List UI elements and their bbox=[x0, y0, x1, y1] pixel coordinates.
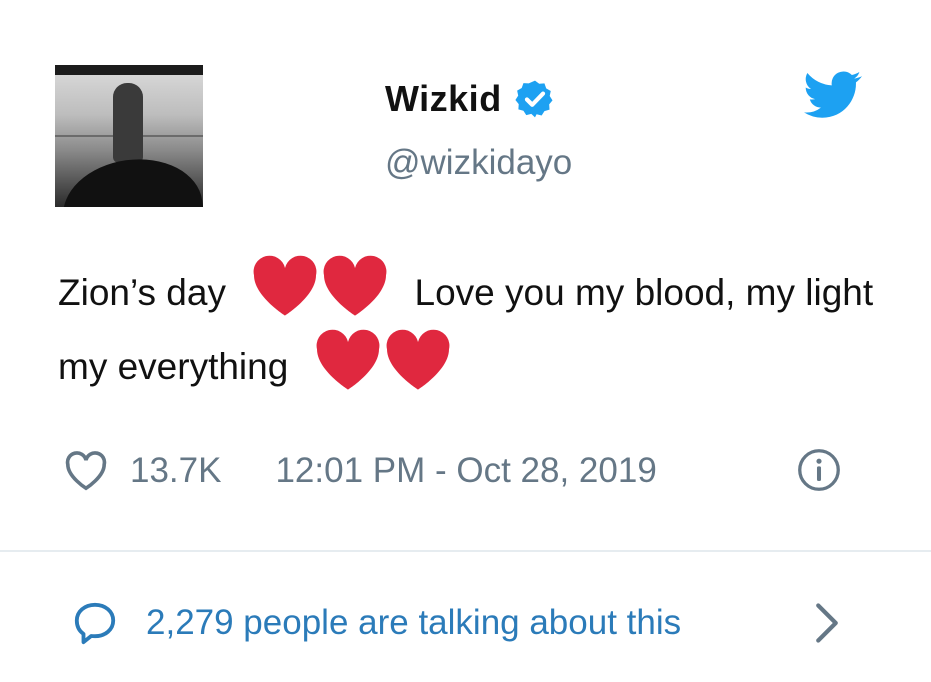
talking-about-text[interactable]: 2,279 people are talking about this bbox=[146, 603, 681, 643]
red-heart-emoji-icon bbox=[323, 255, 387, 316]
author-name-row[interactable]: Wizkid bbox=[385, 78, 556, 120]
talking-about-link[interactable]: 2,279 people are talking about this bbox=[72, 596, 852, 650]
red-heart-emoji-icon bbox=[253, 255, 317, 316]
avatar[interactable] bbox=[55, 65, 203, 207]
red-heart-emoji-icon bbox=[386, 329, 450, 390]
author-handle[interactable]: @wizkidayo bbox=[385, 143, 572, 183]
tweet-timestamp[interactable]: 12:01 PM - Oct 28, 2019 bbox=[275, 451, 656, 491]
twitter-bird-icon[interactable] bbox=[804, 70, 862, 120]
heart-outline-icon[interactable] bbox=[64, 451, 108, 491]
tweet-meta-row: 13.7K 12:01 PM - Oct 28, 2019 bbox=[64, 446, 864, 496]
verified-badge-icon bbox=[515, 80, 553, 118]
divider bbox=[0, 550, 931, 552]
info-icon[interactable] bbox=[797, 448, 841, 492]
red-heart-emoji-icon bbox=[316, 329, 380, 390]
tweet-text-part1: Zion’s day bbox=[58, 272, 226, 313]
chevron-right-icon[interactable] bbox=[814, 602, 840, 644]
speech-bubble-icon bbox=[74, 602, 116, 645]
author-name[interactable]: Wizkid bbox=[385, 78, 502, 120]
tweet-text: Zion’s day Love you my blood, my light m… bbox=[58, 255, 878, 403]
like-count[interactable]: 13.7K bbox=[130, 451, 221, 491]
